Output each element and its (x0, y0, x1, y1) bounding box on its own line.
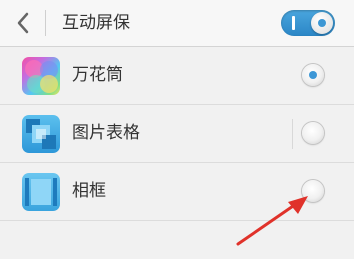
page-title: 互动屏保 (62, 13, 130, 33)
toggle-knob (311, 12, 333, 34)
list-item-picture-grid[interactable]: 图片表格 (0, 105, 354, 163)
back-button[interactable] (6, 6, 40, 40)
item-label: 图片表格 (72, 123, 140, 143)
screensaver-settings-screen: 互动屏保 万花筒 图片表格 相框 (0, 0, 354, 259)
radio-button[interactable] (302, 122, 324, 144)
toggle-on-mark (292, 16, 295, 30)
item-label: 万花筒 (72, 65, 123, 85)
header-divider (45, 10, 46, 36)
photo-frame-thumbnail (22, 173, 60, 211)
picture-grid-thumbnail (22, 115, 60, 153)
radio-button-selected[interactable] (302, 64, 324, 86)
item-label: 相框 (72, 181, 106, 201)
kaleidoscope-thumbnail (22, 57, 60, 95)
list-item-kaleidoscope[interactable]: 万花筒 (0, 47, 354, 105)
chevron-left-icon (17, 12, 29, 34)
header-bar: 互动屏保 (0, 0, 354, 47)
annotation-arrow-icon (236, 196, 308, 246)
screensaver-toggle[interactable] (281, 10, 335, 36)
row-divider (292, 119, 293, 149)
